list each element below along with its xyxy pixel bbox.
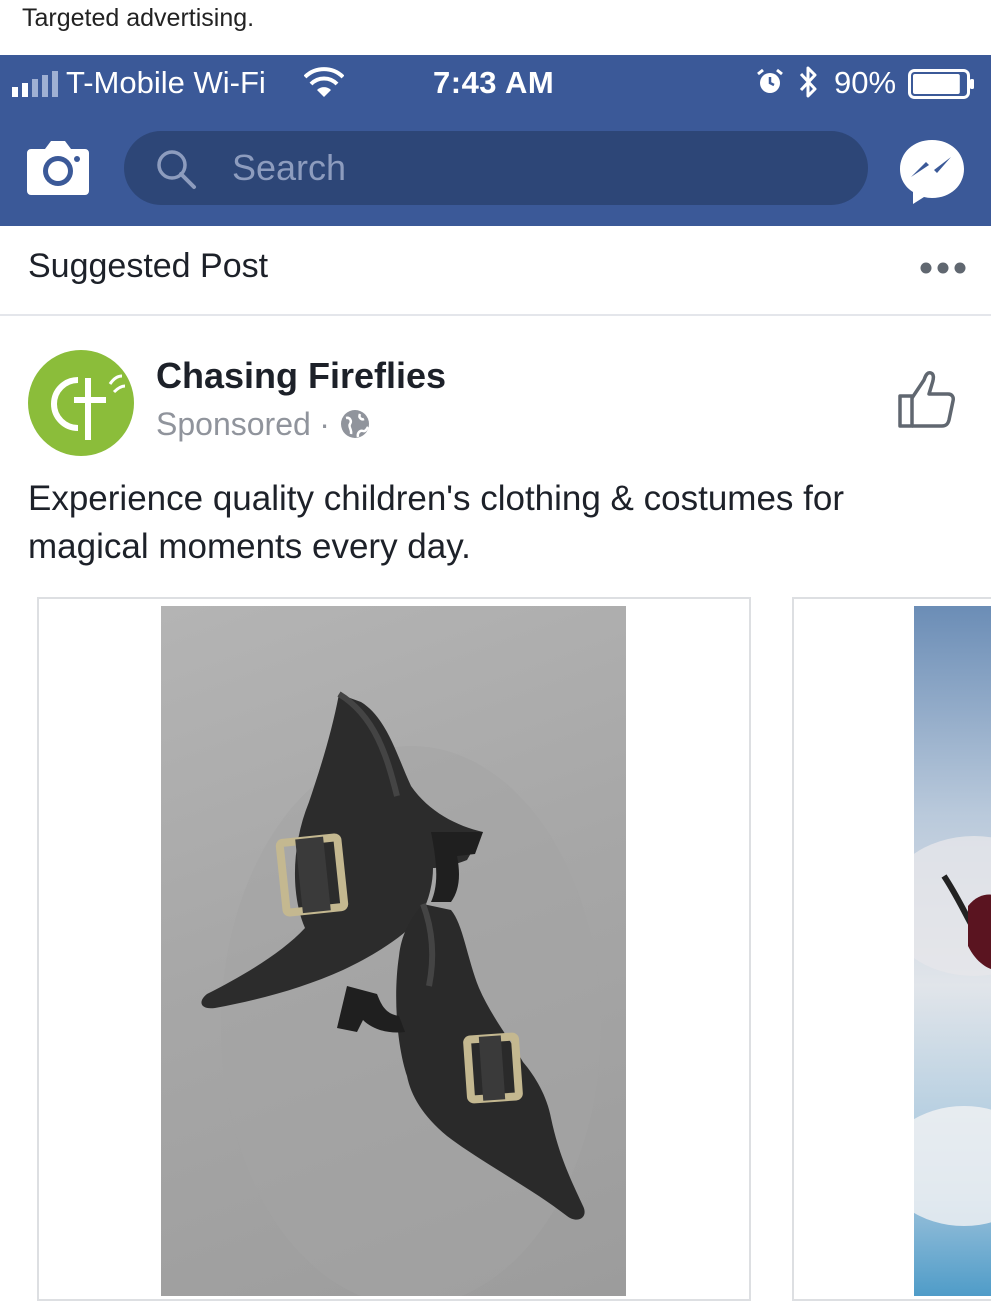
bluetooth-icon xyxy=(799,66,817,98)
globe-icon xyxy=(341,410,370,438)
page-name[interactable]: Chasing Fireflies xyxy=(156,354,446,398)
facebook-header: T-Mobile Wi-Fi 7:43 AM 90% Search xyxy=(0,55,991,226)
suggested-post-bar: Suggested Post xyxy=(0,226,991,316)
battery-percent: 90% xyxy=(834,65,897,100)
status-bar: T-Mobile Wi-Fi 7:43 AM 90% xyxy=(0,55,991,111)
post-header: Chasing Fireflies Sponsored · xyxy=(0,316,991,466)
carousel-card[interactable] xyxy=(37,597,751,1301)
search-icon xyxy=(157,150,196,189)
post-text: Experience quality children's clothing &… xyxy=(28,479,844,566)
sponsored-row: Sponsored · xyxy=(156,404,370,444)
suggested-post-label: Suggested Post xyxy=(28,247,269,285)
signal-icon xyxy=(12,71,58,97)
wifi-icon xyxy=(304,67,344,97)
nav-bar: Search xyxy=(0,113,991,221)
card-image[interactable] xyxy=(161,606,626,1296)
search-bar[interactable]: Search xyxy=(124,131,868,205)
carousel-card[interactable] xyxy=(792,597,991,1301)
carrier-name: T-Mobile Wi-Fi xyxy=(66,65,266,100)
alarm-icon xyxy=(757,68,783,93)
battery-icon xyxy=(908,69,974,99)
costume-photo-illustration xyxy=(914,836,991,1226)
more-dots-icon[interactable] xyxy=(920,260,966,276)
sponsored-label[interactable]: Sponsored xyxy=(156,406,311,442)
caption-text: Targeted advertising. xyxy=(22,4,255,32)
separator-dot: · xyxy=(319,405,330,442)
card-image[interactable] xyxy=(914,606,991,1296)
thumbs-up-icon[interactable] xyxy=(896,368,956,430)
search-placeholder: Search xyxy=(232,147,347,188)
witch-boots-illustration xyxy=(201,691,601,1296)
messenger-icon[interactable] xyxy=(897,137,967,207)
page-avatar[interactable] xyxy=(26,348,136,458)
status-time: 7:43 AM xyxy=(433,65,555,100)
camera-icon[interactable] xyxy=(25,135,91,197)
